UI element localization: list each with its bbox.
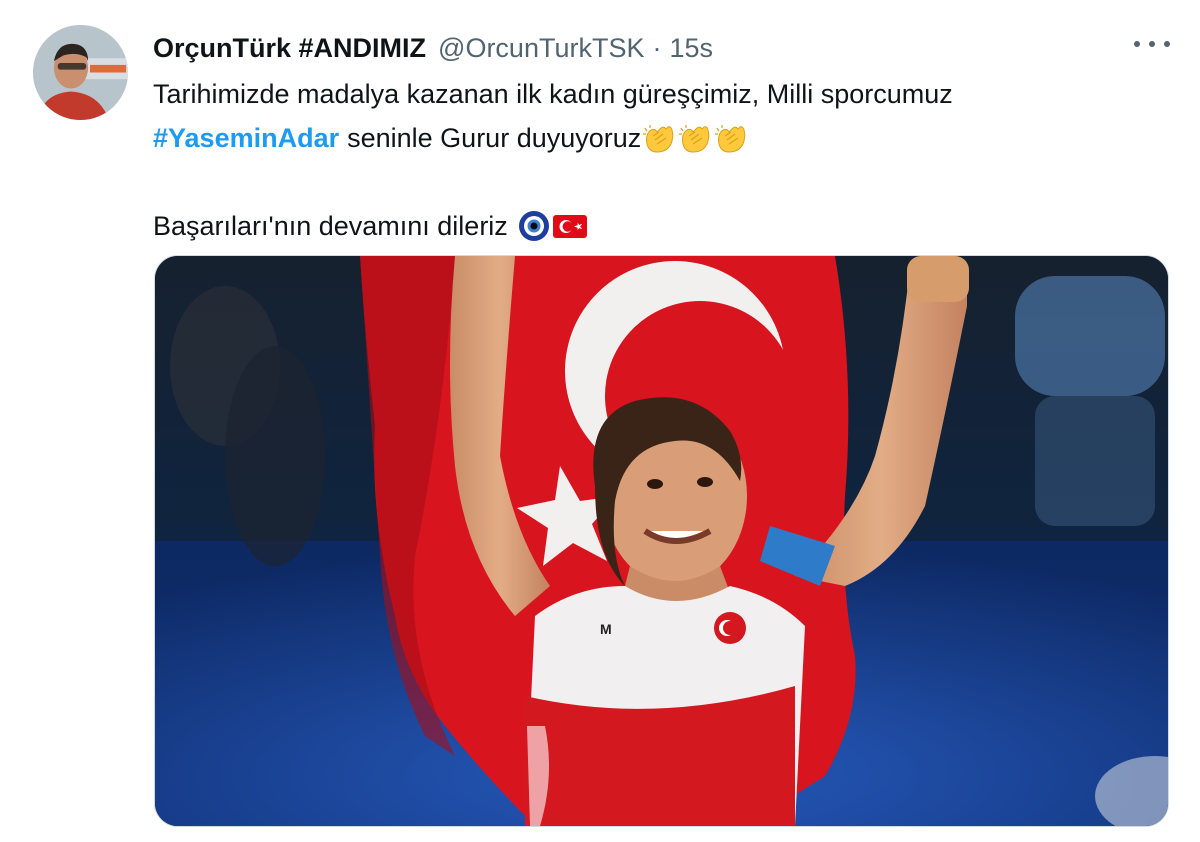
clapping-hands-icon	[713, 122, 749, 154]
avatar-photo	[33, 25, 128, 120]
author-handle[interactable]: @OrcunTurkTSK	[438, 30, 644, 66]
tweet-text-line2: seninle Gurur duyuyoruz	[347, 123, 642, 153]
separator-dot: ·	[652, 33, 662, 63]
turkey-flag-icon	[552, 210, 588, 242]
more-dot	[1164, 41, 1170, 47]
tweet-header: OrçunTürk #ANDIMIZ @OrcunTurkTSK · 15s	[153, 30, 713, 66]
timestamp[interactable]: 15s	[669, 30, 713, 66]
more-dot	[1149, 41, 1155, 47]
tweet-text: Tarihimizde madalya kazanan ilk kadın gü…	[153, 72, 1163, 248]
clapping-hands-icon	[677, 122, 713, 154]
tweet-text-line1: Tarihimizde madalya kazanan ilk kadın gü…	[153, 79, 953, 109]
tweet: OrçunTürk #ANDIMIZ @OrcunTurkTSK · 15s T…	[0, 0, 1200, 842]
clapping-hands-icon	[641, 122, 677, 154]
tweet-media-photo[interactable]: M	[154, 255, 1169, 827]
svg-text:M: M	[600, 621, 612, 637]
more-dot	[1134, 41, 1140, 47]
tweet-text-line-2: #YaseminAdar seninle Gurur duyuyoruz	[153, 116, 1163, 160]
wrestler-flag-photo: M	[155, 256, 1168, 826]
hashtag-link[interactable]: #YaseminAdar	[153, 116, 339, 160]
avatar[interactable]	[33, 25, 128, 120]
author-name[interactable]: OrçunTürk #ANDIMIZ	[153, 30, 426, 66]
more-options-icon[interactable]	[1134, 32, 1170, 56]
nazar-amulet-icon	[516, 210, 552, 242]
tweet-text-line-3: Başarıları'nın devamını dileriz	[153, 204, 1163, 248]
tweet-text-line3: Başarıları'nın devamını dileriz	[153, 211, 508, 241]
tweet-text-line-1: Tarihimizde madalya kazanan ilk kadın gü…	[153, 72, 1163, 116]
